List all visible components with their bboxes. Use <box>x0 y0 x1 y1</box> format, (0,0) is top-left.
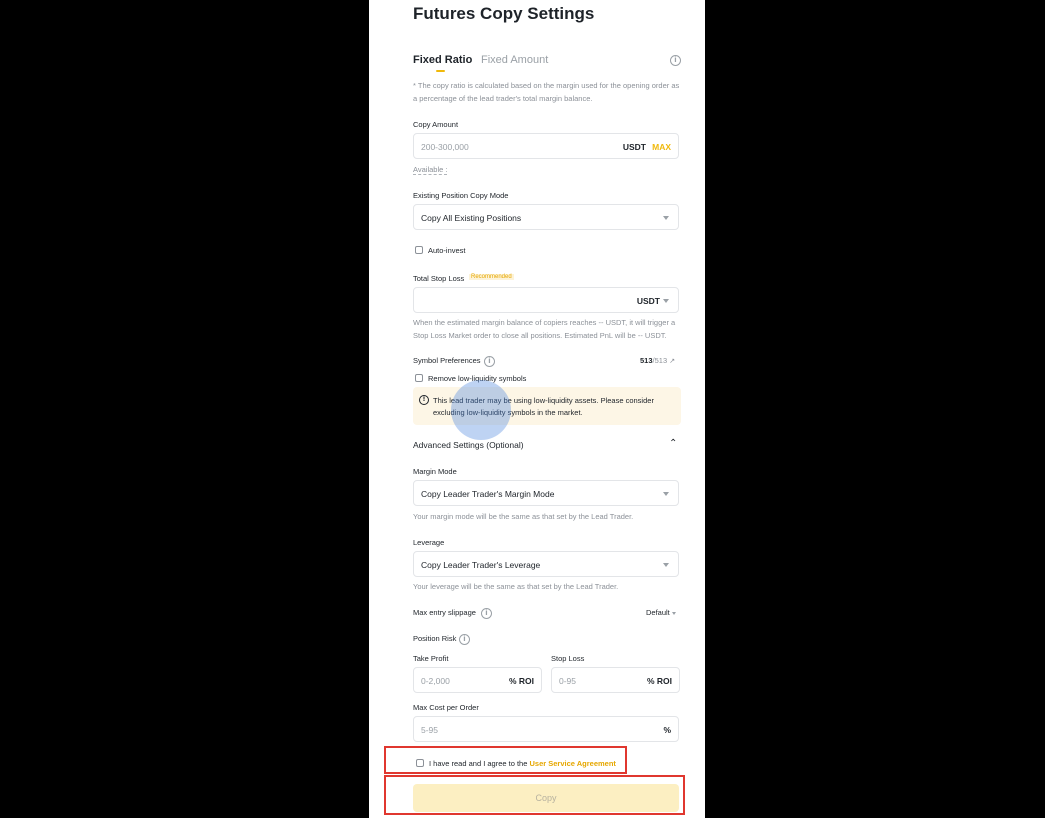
existing-position-label: Existing Position Copy Mode <box>413 191 509 200</box>
info-icon[interactable]: i <box>484 356 495 367</box>
active-tab-indicator <box>436 70 445 72</box>
take-profit-input[interactable]: 0-2,000 % ROI <box>413 667 542 693</box>
leverage-label: Leverage <box>413 538 445 547</box>
max-entry-slippage-label: Max entry slippage <box>413 608 476 617</box>
chevron-up-icon[interactable]: ⌃ <box>669 438 677 449</box>
remove-low-liquidity-checkbox[interactable] <box>415 374 423 382</box>
max-cost-placeholder: 5-95 <box>421 725 439 735</box>
total-stop-loss-note: When the estimated margin balance of cop… <box>413 318 676 340</box>
margin-mode-label: Margin Mode <box>413 467 457 476</box>
max-cost-label: Max Cost per Order <box>413 703 479 712</box>
take-profit-label: Take Profit <box>413 654 449 663</box>
margin-mode-select[interactable]: Copy Leader Trader's Margin Mode <box>413 480 679 506</box>
take-profit-unit: % ROI <box>508 676 534 686</box>
stop-loss-unit: % ROI <box>646 676 672 686</box>
total-stop-loss-unit: USDT <box>636 296 660 306</box>
symbol-count-selected: 513 <box>640 356 653 365</box>
tab-fixed-ratio[interactable]: Fixed Ratio <box>413 54 472 66</box>
external-link-icon: ↗ <box>669 358 676 365</box>
auto-invest-label: Auto-invest <box>428 246 466 255</box>
leverage-select[interactable]: Copy Leader Trader's Leverage <box>413 551 679 577</box>
available-balance-label: Available : <box>413 165 448 175</box>
auto-invest-checkbox[interactable] <box>415 246 423 254</box>
info-icon[interactable]: i <box>481 608 492 619</box>
take-profit-placeholder: 0-2,000 <box>421 676 450 686</box>
leverage-value: Copy Leader Trader's Leverage <box>421 560 541 570</box>
total-stop-loss-input[interactable]: USDT <box>413 287 679 313</box>
agreement-highlight-box <box>384 746 627 774</box>
chevron-down-icon <box>671 611 676 615</box>
info-icon[interactable]: i <box>670 55 681 66</box>
symbol-count-total: /513 <box>652 356 668 365</box>
symbol-count[interactable]: 513/513 ↗ <box>640 356 675 365</box>
advanced-settings-title: Advanced Settings (Optional) <box>413 440 524 450</box>
tab-fixed-amount[interactable]: Fixed Amount <box>481 54 548 66</box>
max-button[interactable]: MAX <box>652 142 671 152</box>
existing-position-select[interactable]: Copy All Existing Positions <box>413 204 679 230</box>
chevron-down-icon <box>663 492 669 496</box>
existing-position-value: Copy All Existing Positions <box>421 213 522 223</box>
alert-icon: ! <box>419 395 429 405</box>
max-cost-input[interactable]: 5-95 % <box>413 716 679 742</box>
leverage-note: Your leverage will be the same as that s… <box>413 582 619 591</box>
watermark-logo <box>451 380 511 440</box>
position-risk-label: Position Risk <box>413 634 457 643</box>
copy-amount-label: Copy Amount <box>413 120 459 129</box>
chevron-down-icon <box>663 563 669 567</box>
copy-amount-input[interactable]: 200-300,000 USDT MAX <box>413 133 679 159</box>
margin-mode-value: Copy Leader Trader's Margin Mode <box>421 489 555 499</box>
stop-loss-label: Stop Loss <box>551 654 585 663</box>
copy-button-highlight-box <box>384 775 685 815</box>
stop-loss-placeholder: 0-95 <box>559 676 577 686</box>
max-entry-slippage-select[interactable]: Default <box>646 608 676 617</box>
total-stop-loss-label: Total Stop Loss <box>413 274 465 283</box>
chevron-down-icon <box>663 216 669 220</box>
max-cost-unit: % <box>663 725 671 735</box>
symbol-preferences-label: Symbol Preferences <box>413 356 481 365</box>
page-title: Futures Copy Settings <box>413 4 595 23</box>
info-icon[interactable]: i <box>459 634 470 645</box>
chevron-down-icon[interactable] <box>663 299 669 303</box>
copy-settings-panel: Futures Copy Settings Fixed Ratio Fixed … <box>369 0 705 818</box>
stop-loss-input[interactable]: 0-95 % ROI <box>551 667 680 693</box>
recommended-badge: Recommended <box>469 274 514 280</box>
copy-ratio-note: * The copy ratio is calculated based on … <box>413 81 680 103</box>
max-entry-slippage-value: Default <box>646 608 670 617</box>
copy-amount-unit: USDT <box>622 142 646 152</box>
margin-mode-note: Your margin mode will be the same as tha… <box>413 512 634 521</box>
copy-amount-placeholder: 200-300,000 <box>421 142 469 152</box>
